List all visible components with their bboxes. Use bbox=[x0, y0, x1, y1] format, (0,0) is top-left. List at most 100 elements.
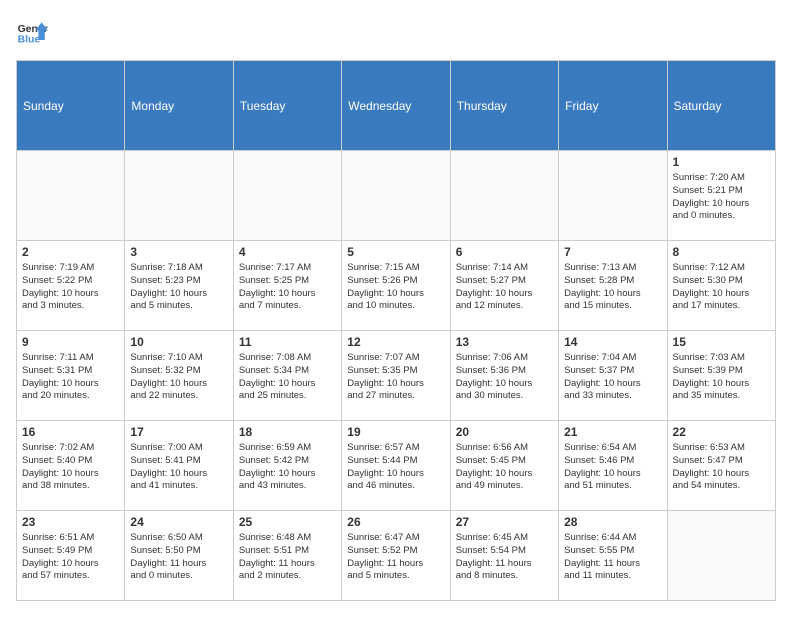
day-info-line: Daylight: 10 hours bbox=[239, 378, 336, 391]
day-info-line: and 27 minutes. bbox=[347, 390, 444, 403]
calendar-cell: 5Sunrise: 7:15 AMSunset: 5:26 PMDaylight… bbox=[342, 241, 450, 331]
day-info-line: and 43 minutes. bbox=[239, 480, 336, 493]
day-info-line: Sunrise: 6:44 AM bbox=[564, 532, 661, 545]
day-info-line: Daylight: 10 hours bbox=[130, 468, 227, 481]
calendar-week-5: 23Sunrise: 6:51 AMSunset: 5:49 PMDayligh… bbox=[17, 511, 776, 601]
calendar-cell: 8 Sunrise: 7:12 AMSunset: 5:30 PMDaylight… bbox=[667, 241, 775, 331]
day-info-line: and 20 minutes. bbox=[22, 390, 119, 403]
day-info-line: Sunset: 5:25 PM bbox=[239, 275, 336, 288]
calendar-cell bbox=[450, 151, 558, 241]
day-info-line: and 5 minutes. bbox=[347, 570, 444, 583]
day-info-line: Sunrise: 6:59 AM bbox=[239, 442, 336, 455]
calendar-cell: 16Sunrise: 7:02 AMSunset: 5:40 PMDayligh… bbox=[17, 421, 125, 511]
calendar-cell bbox=[17, 151, 125, 241]
day-info-line: Daylight: 10 hours bbox=[564, 288, 661, 301]
calendar-week-2: 2Sunrise: 7:19 AMSunset: 5:22 PMDaylight… bbox=[17, 241, 776, 331]
day-info-line: Sunset: 5:28 PM bbox=[564, 275, 661, 288]
day-number: 24 bbox=[130, 515, 227, 529]
day-info-line: Daylight: 10 hours bbox=[673, 198, 770, 211]
day-info-line: Sunset: 5:45 PM bbox=[456, 455, 553, 468]
calendar-cell bbox=[233, 151, 341, 241]
day-number: 16 bbox=[22, 425, 119, 439]
day-info-line: and 30 minutes. bbox=[456, 390, 553, 403]
weekday-header-thursday: Thursday bbox=[450, 61, 558, 151]
day-info-line: and 10 minutes. bbox=[347, 300, 444, 313]
day-info-line: Sunrise: 7:07 AM bbox=[347, 352, 444, 365]
day-number: 14 bbox=[564, 335, 661, 349]
day-info-line: Sunset: 5:27 PM bbox=[456, 275, 553, 288]
day-info-line: and 33 minutes. bbox=[564, 390, 661, 403]
calendar-cell: 22Sunrise: 6:53 AMSunset: 5:47 PMDayligh… bbox=[667, 421, 775, 511]
day-info-line: Daylight: 10 hours bbox=[456, 288, 553, 301]
day-number: 7 bbox=[564, 245, 661, 259]
day-number: 17 bbox=[130, 425, 227, 439]
weekday-header-saturday: Saturday bbox=[667, 61, 775, 151]
day-info-line: Sunset: 5:31 PM bbox=[22, 365, 119, 378]
day-number: 13 bbox=[456, 335, 553, 349]
day-info-line: and 12 minutes. bbox=[456, 300, 553, 313]
day-info-line: Sunrise: 6:56 AM bbox=[456, 442, 553, 455]
day-info-line: Sunset: 5:36 PM bbox=[456, 365, 553, 378]
day-info-line: Sunrise: 7:08 AM bbox=[239, 352, 336, 365]
day-info-line: Sunset: 5:49 PM bbox=[22, 545, 119, 558]
day-info-line: Daylight: 10 hours bbox=[22, 288, 119, 301]
calendar-cell: 13Sunrise: 7:06 AMSunset: 5:36 PMDayligh… bbox=[450, 331, 558, 421]
calendar-week-1: 1Sunrise: 7:20 AMSunset: 5:21 PMDaylight… bbox=[17, 151, 776, 241]
logo: General Blue bbox=[16, 16, 54, 48]
day-number: 6 bbox=[456, 245, 553, 259]
day-info-line: Sunrise: 7:03 AM bbox=[673, 352, 770, 365]
day-info-line: Sunrise: 7:17 AM bbox=[239, 262, 336, 275]
day-info-line: Daylight: 10 hours bbox=[673, 288, 770, 301]
day-info-line: and 7 minutes. bbox=[239, 300, 336, 313]
day-number: 3 bbox=[130, 245, 227, 259]
calendar-cell bbox=[342, 151, 450, 241]
day-info-line: and 51 minutes. bbox=[564, 480, 661, 493]
day-number: 26 bbox=[347, 515, 444, 529]
day-info-line: Sunset: 5:37 PM bbox=[564, 365, 661, 378]
day-info-line: Sunset: 5:51 PM bbox=[239, 545, 336, 558]
calendar-week-4: 16Sunrise: 7:02 AMSunset: 5:40 PMDayligh… bbox=[17, 421, 776, 511]
day-info-line: and 46 minutes. bbox=[347, 480, 444, 493]
calendar-cell: 1Sunrise: 7:20 AMSunset: 5:21 PMDaylight… bbox=[667, 151, 775, 241]
calendar-cell: 9Sunrise: 7:11 AMSunset: 5:31 PMDaylight… bbox=[17, 331, 125, 421]
day-info-line: Sunset: 5:40 PM bbox=[22, 455, 119, 468]
day-info-line: Sunset: 5:55 PM bbox=[564, 545, 661, 558]
day-info-line: Sunrise: 7:13 AM bbox=[564, 262, 661, 275]
day-info-line: Sunrise: 7:04 AM bbox=[564, 352, 661, 365]
day-info-line: Sunrise: 7:00 AM bbox=[130, 442, 227, 455]
calendar-cell: 28Sunrise: 6:44 AMSunset: 5:55 PMDayligh… bbox=[559, 511, 667, 601]
calendar-cell: 25Sunrise: 6:48 AMSunset: 5:51 PMDayligh… bbox=[233, 511, 341, 601]
day-info-line: Sunrise: 6:48 AM bbox=[239, 532, 336, 545]
day-number: 19 bbox=[347, 425, 444, 439]
day-info-line: and 57 minutes. bbox=[22, 570, 119, 583]
day-number: 11 bbox=[239, 335, 336, 349]
day-number: 8 bbox=[673, 245, 770, 259]
day-info-line: Sunrise: 7:20 AM bbox=[673, 172, 770, 185]
day-number: 21 bbox=[564, 425, 661, 439]
day-info-line: Sunrise: 7:06 AM bbox=[456, 352, 553, 365]
calendar-cell: 11Sunrise: 7:08 AMSunset: 5:34 PMDayligh… bbox=[233, 331, 341, 421]
day-info-line: Sunset: 5:46 PM bbox=[564, 455, 661, 468]
day-info-line: and 15 minutes. bbox=[564, 300, 661, 313]
day-info-line: and 35 minutes. bbox=[673, 390, 770, 403]
day-info-line: Sunrise: 7:14 AM bbox=[456, 262, 553, 275]
calendar-table: SundayMondayTuesdayWednesdayThursdayFrid… bbox=[16, 60, 776, 601]
day-number: 12 bbox=[347, 335, 444, 349]
day-info-line: Sunset: 5:52 PM bbox=[347, 545, 444, 558]
calendar-cell: 7 Sunrise: 7:13 AMSunset: 5:28 PMDaylight… bbox=[559, 241, 667, 331]
day-info-line: Sunrise: 6:50 AM bbox=[130, 532, 227, 545]
calendar-cell: 14Sunrise: 7:04 AMSunset: 5:37 PMDayligh… bbox=[559, 331, 667, 421]
day-info-line: Sunset: 5:30 PM bbox=[673, 275, 770, 288]
calendar-week-3: 9Sunrise: 7:11 AMSunset: 5:31 PMDaylight… bbox=[17, 331, 776, 421]
day-number: 28 bbox=[564, 515, 661, 529]
calendar-cell: 26Sunrise: 6:47 AMSunset: 5:52 PMDayligh… bbox=[342, 511, 450, 601]
day-info-line: Sunset: 5:26 PM bbox=[347, 275, 444, 288]
day-info-line: Sunrise: 6:47 AM bbox=[347, 532, 444, 545]
logo-icon: General Blue bbox=[16, 16, 48, 48]
day-info-line: Daylight: 10 hours bbox=[347, 378, 444, 391]
day-info-line: Sunset: 5:44 PM bbox=[347, 455, 444, 468]
day-info-line: Sunrise: 7:12 AM bbox=[673, 262, 770, 275]
calendar-cell: 3Sunrise: 7:18 AMSunset: 5:23 PMDaylight… bbox=[125, 241, 233, 331]
weekday-header-friday: Friday bbox=[559, 61, 667, 151]
day-info-line: Sunset: 5:54 PM bbox=[456, 545, 553, 558]
